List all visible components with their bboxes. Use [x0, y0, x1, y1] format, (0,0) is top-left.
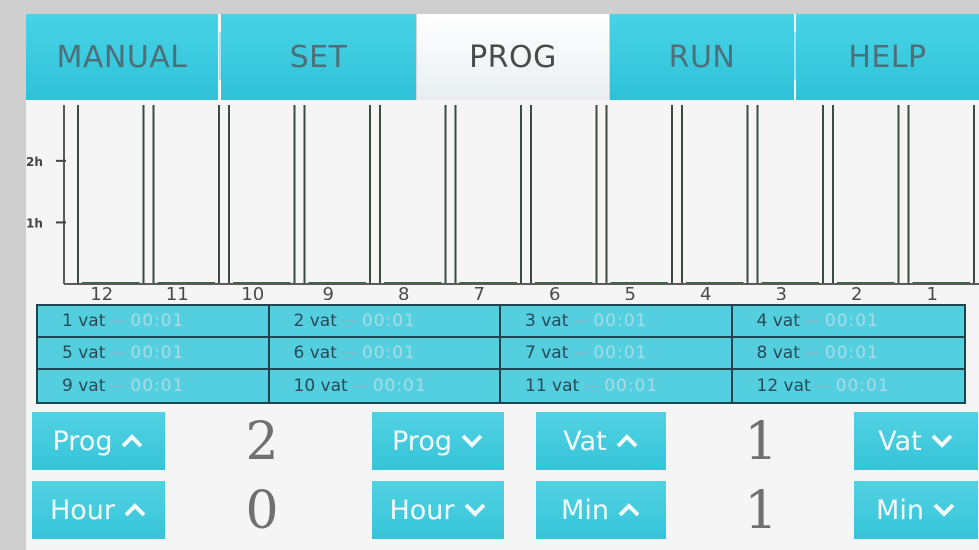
- vat-up-button[interactable]: Vat: [536, 412, 666, 470]
- vat-time: 00:01: [835, 376, 890, 396]
- vat-time: 00:01: [593, 343, 648, 363]
- chevron-down-icon: [931, 434, 953, 448]
- vat-cell: 9 vat —00:01: [38, 370, 270, 402]
- vat-cell: 3 vat —00:01: [501, 306, 733, 338]
- x-tick-label: 7: [474, 284, 485, 300]
- min-up-button[interactable]: Min: [536, 481, 666, 539]
- x-tick-label: 6: [549, 284, 560, 300]
- chevron-down-icon: [464, 503, 485, 517]
- vat-cell: 12 vat —00:01: [733, 370, 965, 402]
- vat-label: 9 vat: [62, 376, 106, 396]
- x-tick-label: 12: [90, 284, 113, 300]
- vat-dash: —: [803, 311, 821, 331]
- x-tick-label: 5: [625, 284, 636, 300]
- vat-dash: —: [803, 343, 821, 363]
- min-down-label: Min: [876, 494, 924, 526]
- x-tick-label: 10: [241, 284, 264, 300]
- vat-label: 4 vat: [756, 311, 800, 331]
- tab-manual[interactable]: MANUAL: [26, 14, 218, 100]
- chevron-up-icon: [618, 503, 640, 517]
- vat-label: 2 vat: [293, 311, 337, 331]
- chevron-up-icon: [616, 434, 638, 448]
- chevron-up-icon: [124, 503, 146, 517]
- vat-label: 5 vat: [62, 343, 106, 363]
- vat-cell: 11 vat —00:01: [501, 370, 733, 402]
- tab-set[interactable]: SET: [221, 14, 416, 100]
- vat-dash: —: [109, 343, 127, 363]
- min-down-button[interactable]: Min: [854, 481, 978, 539]
- vat-label: 3 vat: [525, 311, 569, 331]
- x-tick-label: 1: [927, 284, 938, 300]
- vat-label: 1 vat: [62, 311, 106, 331]
- hour-up-label: Hour: [49, 494, 116, 526]
- vat-label: 12 vat: [756, 376, 811, 396]
- vat-dash: —: [340, 311, 358, 331]
- vat-cell: 10 vat —00:01: [270, 370, 501, 402]
- vat-dash: —: [572, 343, 590, 363]
- vat-cell: 2 vat —00:01: [269, 306, 501, 338]
- chevron-up-icon: [122, 434, 143, 448]
- tab-bar: MANUAL SET PROG RUN HELP: [26, 14, 979, 100]
- prog-down-button[interactable]: Prog: [372, 412, 504, 470]
- prog-down-label: Prog: [392, 425, 452, 457]
- vat-time: 00:01: [361, 311, 416, 331]
- vat-time: 00:01: [130, 311, 185, 331]
- vat-time: 00:01: [130, 376, 185, 396]
- vat-time: 00:01: [824, 343, 879, 363]
- prog-value: 2: [245, 412, 279, 472]
- vat-cell: 6 vat —00:01: [269, 338, 501, 370]
- min-value: 1: [744, 481, 778, 541]
- hour-down-button[interactable]: Hour: [372, 481, 504, 539]
- program-duration-chart: 2h 1h 12 11 10 9 8 7 6 5 4 3 2 1: [26, 100, 979, 300]
- vat-cell: 8 vat —00:01: [732, 338, 964, 370]
- vat-dash: —: [814, 376, 832, 396]
- vat-time: 00:01: [604, 376, 659, 396]
- vat-time: 00:01: [824, 311, 879, 331]
- vat-down-button[interactable]: Vat: [854, 412, 978, 470]
- touch-screen: MANUAL SET PROG RUN HELP 2h 1h 12 11 10 9 8 7 6…: [26, 14, 979, 550]
- tab-run[interactable]: RUN: [610, 14, 794, 100]
- vat-label: 7 vat: [525, 343, 569, 363]
- vat-cell: 4 vat —00:01: [732, 306, 964, 338]
- vat-label: 8 vat: [756, 343, 800, 363]
- min-up-label: Min: [561, 494, 609, 526]
- vat-down-label: Vat: [878, 425, 922, 457]
- vat-cell: 1 vat —00:01: [38, 306, 270, 338]
- vat-dash: —: [109, 376, 127, 396]
- prog-up-label: Prog: [52, 425, 113, 457]
- x-tick-label: 3: [776, 284, 787, 300]
- vat-cell: 5 vat —00:01: [38, 338, 270, 370]
- y-tick-label: 1h: [26, 216, 43, 230]
- hour-value: 0: [245, 481, 279, 541]
- vat-time: 00:01: [130, 343, 185, 363]
- vat-time-grid: 1 vat —00:01 2 vat —00:01 3 vat —00:01 4 vat —0…: [36, 304, 966, 404]
- x-tick-label: 9: [323, 284, 334, 300]
- vat-time: 00:01: [593, 311, 648, 331]
- tab-prog[interactable]: PROG: [416, 14, 610, 100]
- x-tick-label: 11: [166, 284, 189, 300]
- x-tick-label: 2: [851, 284, 862, 300]
- hour-down-label: Hour: [389, 494, 455, 526]
- vat-up-label: Vat: [563, 425, 607, 457]
- x-tick-label: 8: [398, 284, 409, 300]
- tab-help[interactable]: HELP: [796, 14, 979, 100]
- vat-label: 10 vat: [293, 376, 348, 396]
- vat-label: 11 vat: [525, 376, 580, 396]
- vat-label: 6 vat: [293, 343, 337, 363]
- chevron-down-icon: [461, 434, 483, 448]
- vat-dash: —: [583, 376, 601, 396]
- vat-dash: —: [572, 311, 590, 331]
- prog-up-button[interactable]: Prog: [32, 412, 165, 470]
- vat-time: 00:01: [372, 376, 427, 396]
- x-tick-label: 4: [700, 284, 711, 300]
- chevron-down-icon: [933, 503, 955, 517]
- vat-dash: —: [109, 311, 127, 331]
- vat-time: 00:01: [361, 343, 416, 363]
- hour-up-button[interactable]: Hour: [32, 481, 165, 539]
- vat-value: 1: [744, 412, 778, 472]
- vat-cell: 7 vat —00:01: [501, 338, 733, 370]
- vat-dash: —: [351, 376, 369, 396]
- y-tick-label: 2h: [26, 155, 43, 169]
- vat-dash: —: [340, 343, 358, 363]
